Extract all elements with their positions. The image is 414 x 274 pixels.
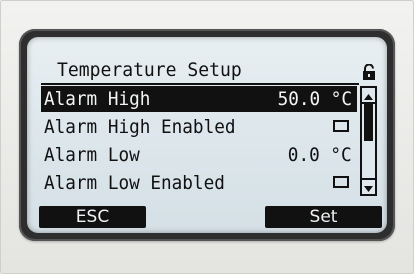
item-label: Alarm Low xyxy=(44,144,140,166)
title-divider xyxy=(41,83,359,85)
alarm-high-enabled-checkbox[interactable] xyxy=(333,120,349,132)
item-label: Alarm High xyxy=(44,88,151,110)
padlock-icon xyxy=(363,64,375,80)
scroll-thumb[interactable] xyxy=(364,104,373,141)
device-panel: Temperature Setup Alarm High 50.0 °C Ala… xyxy=(0,0,414,274)
scroll-up-arrow-icon[interactable] xyxy=(362,88,375,104)
item-label: Alarm High Enabled xyxy=(44,116,236,138)
esc-softkey[interactable]: ESC xyxy=(39,206,146,228)
list-item-alarm-high-enabled[interactable]: Alarm High Enabled xyxy=(41,114,357,140)
settings-list: Alarm High 50.0 °C Alarm High Enabled Al… xyxy=(41,86,357,196)
screen-title: Temperature Setup xyxy=(57,59,242,81)
item-value: 50.0 °C xyxy=(277,88,352,110)
item-label: Alarm Low Enabled xyxy=(44,172,225,194)
scrollbar[interactable] xyxy=(360,86,377,196)
lcd-screen: Temperature Setup Alarm High 50.0 °C Ala… xyxy=(27,37,387,233)
alarm-low-enabled-checkbox[interactable] xyxy=(333,176,349,188)
item-value: 0.0 °C xyxy=(288,144,352,166)
scroll-down-arrow-icon[interactable] xyxy=(362,178,375,194)
list-item-alarm-high[interactable]: Alarm High 50.0 °C xyxy=(41,86,357,112)
list-item-alarm-low[interactable]: Alarm Low 0.0 °C xyxy=(41,142,357,168)
list-item-alarm-low-enabled[interactable]: Alarm Low Enabled xyxy=(41,170,357,196)
set-softkey[interactable]: Set xyxy=(265,206,382,228)
